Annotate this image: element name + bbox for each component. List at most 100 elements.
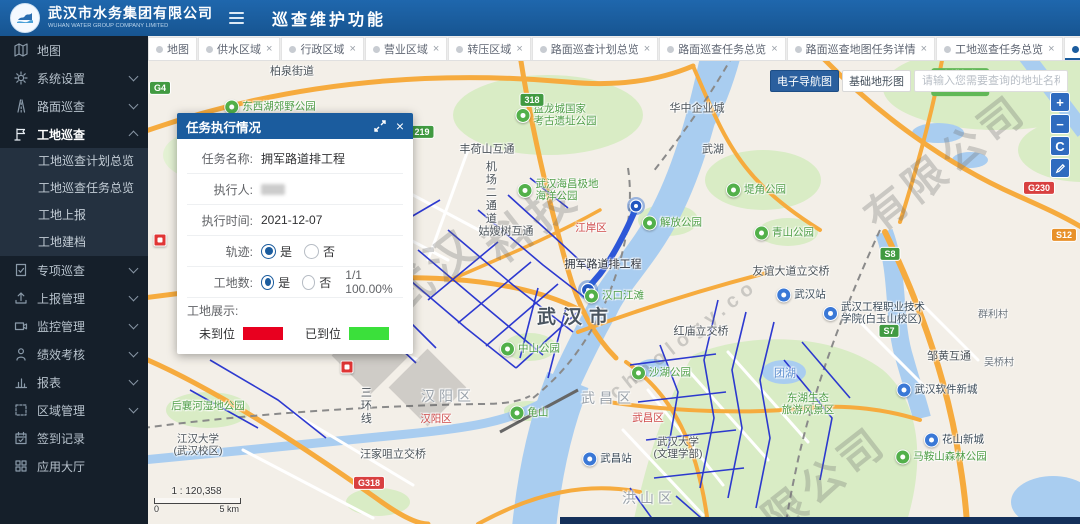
sidebar-item[interactable]: 签到记录	[0, 424, 148, 452]
tab[interactable]: 地图	[148, 37, 197, 60]
tab[interactable]: 营业区域 ×	[365, 37, 447, 60]
tab-close-icon[interactable]: ×	[771, 44, 777, 55]
address-search-input[interactable]	[914, 70, 1068, 92]
tab[interactable]: 路面巡查地图任务详情 ×	[787, 37, 935, 60]
tab-active[interactable]: 工地巡查任务明细×	[1064, 37, 1080, 60]
sidebar-item-label: 监控管理	[37, 318, 126, 335]
site-display-label: 工地展示:	[187, 302, 403, 319]
tab-label: 供水区域	[217, 41, 261, 57]
zoom-in-button[interactable]: +	[1050, 92, 1070, 112]
chevron-down-icon	[129, 376, 139, 386]
sidebar-item[interactable]: 路面巡查	[0, 92, 148, 120]
company-name-en: WUHAN WATER GROUP COMPANY LIMITED	[48, 23, 183, 29]
track-no-radio[interactable]	[304, 244, 319, 259]
chevron-down-icon	[129, 320, 139, 330]
tab-label: 路面巡查地图任务详情	[806, 41, 916, 57]
site-no-label: 否	[319, 274, 331, 291]
tab-label: 路面巡查任务总览	[678, 41, 766, 57]
task-name-label: 任务名称:	[187, 150, 253, 167]
tab-dot-icon	[944, 46, 951, 53]
sidebar-item[interactable]: 报表	[0, 368, 148, 396]
sidebar-item[interactable]: 应用大厅	[0, 452, 148, 480]
tab-dot-icon	[206, 46, 213, 53]
tab-dot-icon	[667, 46, 674, 53]
tab-dot-icon	[1072, 46, 1079, 53]
chevron-up-icon	[129, 131, 139, 141]
draw-tool-button[interactable]	[1050, 158, 1070, 178]
tab-bar: 地图供水区域×行政区域×营业区域×转压区域×路面巡查计划总览×路面巡查任务总览×…	[148, 36, 1080, 61]
tab-close-icon[interactable]: ×	[516, 44, 522, 55]
not-arrived-label: 未到位	[199, 325, 235, 342]
arrived-swatch	[349, 327, 389, 340]
tab-dot-icon	[795, 46, 802, 53]
sidebar-subitem[interactable]: 工地上报	[0, 202, 148, 229]
scale-min: 0	[154, 504, 159, 514]
sidebar-item-label: 上报管理	[37, 290, 126, 307]
tab-close-icon[interactable]: ×	[266, 44, 272, 55]
app-header: 武汉市水务集团有限公司 WUHAN WATER GROUP COMPANY LI…	[0, 0, 1080, 36]
tab[interactable]: 路面巡查计划总览 ×	[532, 37, 658, 60]
map-icon	[14, 43, 28, 57]
sidebar-item[interactable]: 工地巡查	[0, 120, 148, 148]
tab[interactable]: 供水区域 ×	[198, 37, 280, 60]
sidebar-item[interactable]: 地图	[0, 36, 148, 64]
sidebar-item[interactable]: 上报管理	[0, 284, 148, 312]
track-yes-radio[interactable]	[261, 244, 276, 259]
tab-close-icon[interactable]: ×	[921, 44, 927, 55]
tab-label: 工地巡查任务总览	[955, 41, 1043, 57]
reset-view-button[interactable]: C	[1050, 136, 1070, 156]
sidebar-subitem[interactable]: 工地巡查计划总览	[0, 148, 148, 175]
expand-icon[interactable]	[374, 120, 386, 132]
page-title: 巡查维护功能	[272, 6, 386, 30]
map-scale: 1 : 120,358 0 5 km	[154, 486, 241, 514]
site-no-radio[interactable]	[302, 275, 315, 290]
tab-close-icon[interactable]: ×	[433, 44, 439, 55]
track-no-label: 否	[323, 243, 335, 260]
tab-close-icon[interactable]: ×	[644, 44, 650, 55]
scale-ratio: 1 : 120,358	[154, 486, 239, 497]
company-name: 武汉市水务集团有限公司	[48, 6, 213, 21]
sidebar-item-label: 应用大厅	[37, 458, 140, 475]
tab[interactable]: 工地巡查任务总览 ×	[936, 37, 1062, 60]
tab[interactable]: 路面巡查任务总览 ×	[659, 37, 785, 60]
tab[interactable]: 转压区域 ×	[448, 37, 530, 60]
sidebar-item[interactable]: 系统设置	[0, 64, 148, 92]
layer-button-terrain[interactable]: 基础地形图	[842, 70, 911, 92]
sidebar-item-label: 区域管理	[37, 402, 126, 419]
sidebar-item[interactable]: 监控管理	[0, 312, 148, 340]
layer-button-navigation[interactable]: 电子导航图	[770, 70, 839, 92]
tab-dot-icon	[540, 46, 547, 53]
menu-toggle-icon[interactable]	[229, 12, 244, 24]
tab-label: 路面巡查计划总览	[551, 41, 639, 57]
chevron-down-icon	[129, 100, 139, 110]
not-arrived-swatch	[243, 327, 283, 340]
sidebar-item[interactable]: 专项巡查	[0, 256, 148, 284]
close-icon[interactable]: ×	[396, 118, 404, 134]
tab-dot-icon	[456, 46, 463, 53]
time-label: 执行时间:	[187, 212, 253, 229]
sidebar-item[interactable]: 区域管理	[0, 396, 148, 424]
tab[interactable]: 行政区域×	[281, 37, 363, 60]
tab-dot-icon	[156, 46, 163, 53]
checkin-icon	[14, 431, 28, 445]
tab-label: 转压区域	[467, 41, 511, 57]
task-execution-dialog: 任务执行情况 × 任务名称: 拥军路道排工程 执行人: 执行时间: 2021-1…	[177, 113, 413, 354]
dialog-header[interactable]: 任务执行情况 ×	[177, 113, 413, 139]
sidebar-item-label: 路面巡查	[37, 98, 126, 115]
sidebar-item-label: 签到记录	[37, 430, 140, 447]
sidebar-subitem[interactable]: 工地建档	[0, 229, 148, 256]
tab-close-icon[interactable]: ×	[1048, 44, 1054, 55]
task-name-value: 拥军路道排工程	[261, 150, 345, 167]
gear-icon	[14, 71, 28, 85]
site-icon	[14, 127, 28, 141]
chart-icon	[14, 375, 28, 389]
zoom-out-button[interactable]: −	[1050, 114, 1070, 134]
region-icon	[14, 403, 28, 417]
scale-max: 5 km	[219, 504, 239, 514]
site-yes-radio[interactable]	[261, 275, 274, 290]
sidebar-item[interactable]: 绩效考核	[0, 340, 148, 368]
tab-label: 地图	[167, 41, 189, 57]
sidebar-subitem[interactable]: 工地巡查任务总览	[0, 175, 148, 202]
tab-label: 营业区域	[384, 41, 428, 57]
tab-close-icon[interactable]: ×	[349, 44, 355, 55]
